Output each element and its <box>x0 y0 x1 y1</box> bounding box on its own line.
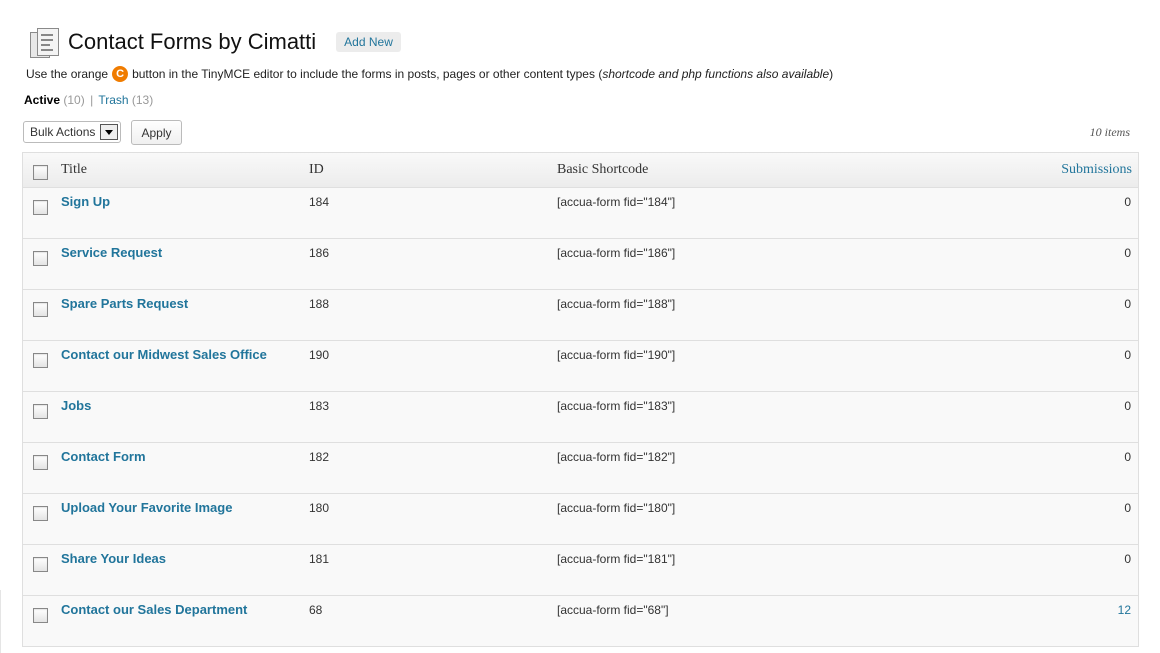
column-shortcode: Basic Shortcode <box>557 162 649 177</box>
form-title-link[interactable]: Upload Your Favorite Image <box>61 500 232 515</box>
info-italic: shortcode and php functions also availab… <box>602 67 830 81</box>
chevron-down-icon <box>100 124 118 140</box>
apply-button[interactable]: Apply <box>131 120 182 145</box>
orange-c-icon: C <box>112 66 129 82</box>
form-title-link[interactable]: Share Your Ideas <box>61 551 166 566</box>
table-row: Contact our Midwest Sales Office 190 [accu… <box>23 341 1138 392</box>
form-title-link[interactable]: Contact our Sales Department <box>61 602 247 617</box>
filter-trash-count: (13) <box>131 93 154 107</box>
row-checkbox[interactable] <box>33 557 48 572</box>
form-shortcode: [accua-form fid="188"] <box>557 297 676 311</box>
select-all-checkbox[interactable] <box>33 165 48 180</box>
table-row: Sign Up 184 [accua-form fid="184"] 0 <box>23 188 1138 239</box>
form-submissions: 0 <box>1124 348 1131 362</box>
form-submissions: 0 <box>1124 399 1131 413</box>
column-submissions[interactable]: Submissions <box>1061 162 1132 178</box>
table-row: Spare Parts Request 188 [accua-form fid="1… <box>23 290 1138 341</box>
form-shortcode: [accua-form fid="68"] <box>557 603 669 617</box>
info-text: Use the orange C button in the TinyMCE e… <box>26 66 833 82</box>
filter-separator: | <box>90 93 94 107</box>
form-submissions: 0 <box>1124 552 1131 566</box>
row-checkbox[interactable] <box>33 302 48 317</box>
column-id[interactable]: ID <box>309 162 324 178</box>
table-row: Service Request 186 [accua-form fid="186"]… <box>23 239 1138 290</box>
table-row: Upload Your Favorite Image 180 [accua-form… <box>23 494 1138 545</box>
items-count: 10 items <box>1089 125 1130 139</box>
form-submissions: 0 <box>1124 450 1131 464</box>
form-submissions: 0 <box>1124 501 1131 515</box>
left-edge-line <box>0 590 1 653</box>
add-new-button[interactable]: Add New <box>336 32 401 52</box>
form-id: 190 <box>309 348 330 362</box>
row-checkbox[interactable] <box>33 404 48 419</box>
form-title-link[interactable]: Contact Form <box>61 449 146 464</box>
form-shortcode: [accua-form fid="180"] <box>557 501 676 515</box>
form-shortcode: [accua-form fid="183"] <box>557 399 676 413</box>
form-submissions: 0 <box>1124 195 1131 209</box>
bulk-actions-label: Bulk Actions <box>30 125 96 139</box>
form-id: 188 <box>309 297 330 311</box>
table-row: Share Your Ideas 181 [accua-form fid="181"… <box>23 545 1138 596</box>
forms-table: Title ID Basic Shortcode Submissions Sig… <box>22 152 1139 647</box>
filter-trash[interactable]: Trash <box>98 93 128 107</box>
form-id: 180 <box>309 501 330 515</box>
table-row: Jobs 183 [accua-form fid="183"] 0 <box>23 392 1138 443</box>
column-title[interactable]: Title <box>61 162 87 178</box>
form-title-link[interactable]: Spare Parts Request <box>61 296 188 311</box>
bulk-actions-select[interactable]: Bulk Actions <box>23 121 121 143</box>
filter-active[interactable]: Active <box>24 93 60 107</box>
form-id: 186 <box>309 246 330 260</box>
form-submissions[interactable]: 12 <box>1118 603 1131 617</box>
form-id: 183 <box>309 399 330 413</box>
form-shortcode: [accua-form fid="182"] <box>557 450 676 464</box>
table-row: Contact Form 182 [accua-form fid="182"] 0 <box>23 443 1138 494</box>
filter-active-count: (10) <box>63 93 85 107</box>
table-header: Title ID Basic Shortcode Submissions <box>23 153 1138 188</box>
form-id: 182 <box>309 450 330 464</box>
form-title-link[interactable]: Service Request <box>61 245 162 260</box>
info-prefix: Use the orange <box>26 67 109 81</box>
forms-icon <box>28 26 60 58</box>
row-checkbox[interactable] <box>33 506 48 521</box>
row-checkbox[interactable] <box>33 200 48 215</box>
form-title-link[interactable]: Jobs <box>61 398 91 413</box>
form-id: 68 <box>309 603 323 617</box>
form-shortcode: [accua-form fid="184"] <box>557 195 676 209</box>
page-header: Contact Forms by Cimatti Add New <box>28 24 401 60</box>
form-shortcode: [accua-form fid="190"] <box>557 348 676 362</box>
table-row: Contact our Sales Department 68 [accua-for… <box>23 596 1138 647</box>
form-submissions: 0 <box>1124 246 1131 260</box>
form-title-link[interactable]: Sign Up <box>61 194 110 209</box>
row-checkbox[interactable] <box>33 608 48 623</box>
row-checkbox[interactable] <box>33 455 48 470</box>
form-id: 181 <box>309 552 330 566</box>
form-shortcode: [accua-form fid="186"] <box>557 246 676 260</box>
form-submissions: 0 <box>1124 297 1131 311</box>
status-filters: Active (10) | Trash (13) <box>24 93 153 107</box>
info-middle: button in the TinyMCE editor to include … <box>132 67 603 81</box>
row-checkbox[interactable] <box>33 353 48 368</box>
form-title-link[interactable]: Contact our Midwest Sales Office <box>61 347 267 362</box>
page-title: Contact Forms by Cimatti <box>68 29 317 54</box>
form-id: 184 <box>309 195 330 209</box>
row-checkbox[interactable] <box>33 251 48 266</box>
form-shortcode: [accua-form fid="181"] <box>557 552 676 566</box>
info-suffix: ) <box>829 67 834 81</box>
